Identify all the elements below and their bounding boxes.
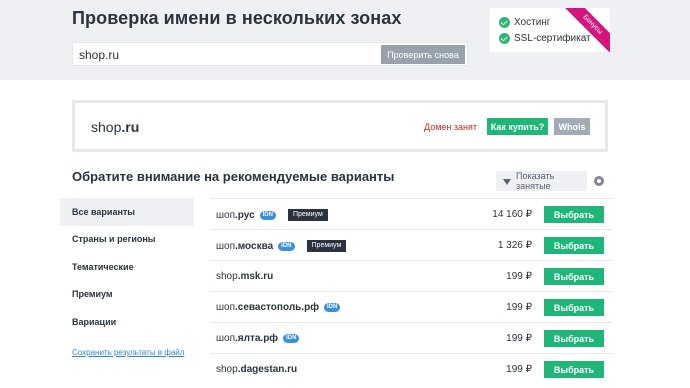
search-box: Проверить снова: [72, 42, 468, 66]
select-button[interactable]: Выбрать: [544, 237, 604, 254]
how-to-buy-button[interactable]: Как купить?: [487, 118, 548, 135]
result-domain-zone: .ru: [121, 119, 140, 135]
premium-badge: Премиум: [306, 240, 347, 252]
whois-button[interactable]: Whois: [554, 118, 590, 135]
domain-search-input[interactable]: [79, 46, 379, 64]
sidebar-item-countries[interactable]: Страны и регионы: [60, 226, 194, 254]
result-domain: shop.ru: [91, 119, 139, 135]
promo-item-label: Хостинг: [514, 17, 551, 28]
select-button[interactable]: Выбрать: [544, 268, 604, 285]
status-taken: Домен занят: [424, 122, 477, 132]
result-card: shop.ru Домен занят Как купить? Whois: [72, 100, 608, 152]
domain-cell: shop .dagestan.ru: [216, 364, 297, 375]
check-again-button[interactable]: Проверить снова: [381, 45, 465, 64]
sidebar-item-variations[interactable]: Вариации: [60, 308, 194, 336]
save-results-link[interactable]: Сохранить результаты в файл: [72, 348, 184, 357]
gear-icon[interactable]: [594, 176, 604, 186]
idn-badge: IDN: [259, 210, 276, 220]
domain-name: shop: [216, 364, 238, 375]
select-button[interactable]: Выбрать: [544, 299, 604, 316]
domain-name: shop: [216, 271, 238, 282]
domain-zone: .рус: [235, 209, 255, 221]
bonus-ribbon: Бонусы: [558, 8, 610, 52]
select-button[interactable]: Выбрать: [544, 206, 604, 223]
promo-item-label: SSL-сертификат: [514, 33, 591, 44]
check-icon: [499, 33, 510, 44]
sidebar-item-premium[interactable]: Премиум: [60, 281, 194, 309]
domain-price: 199 ₽: [506, 364, 532, 375]
filter-icon: [503, 179, 511, 185]
domain-cell: шоп .москва IDN Премиум: [216, 240, 347, 252]
domain-name: шоп: [216, 333, 235, 344]
domain-price: 199 ₽: [506, 333, 532, 344]
idn-badge: IDN: [323, 303, 341, 312]
domain-row: shop .msk.ru 199 ₽ Выбрать: [210, 260, 612, 291]
select-button[interactable]: Выбрать: [544, 361, 604, 378]
domain-zone: .ялта.рф: [235, 333, 279, 344]
domain-name: шоп: [216, 209, 235, 221]
domain-row: shop .dagestan.ru 199 ₽ Выбрать: [210, 353, 612, 384]
domain-cell: shop .msk.ru: [216, 271, 273, 282]
sidebar-item-all[interactable]: Все варианты: [60, 198, 194, 226]
idn-badge: IDN: [283, 334, 300, 343]
domain-row: шоп .севастополь.рф IDN 199 ₽ Выбрать: [210, 291, 612, 322]
promo-item-hosting: Хостинг: [499, 17, 550, 28]
promo-item-ssl: SSL-сертификат: [499, 33, 591, 44]
premium-badge: Премиум: [287, 209, 328, 221]
page-title: Проверка имени в нескольких зонах: [72, 8, 402, 28]
domain-zone: .dagestan.ru: [237, 364, 298, 375]
show-taken-filter[interactable]: Показать занятые: [496, 171, 587, 191]
domain-zone: .msk.ru: [237, 271, 274, 282]
domain-name: шоп: [216, 240, 235, 252]
domain-cell: шоп .рус IDN Премиум: [216, 209, 328, 221]
domain-list: шоп .рус IDN Премиум 14 160 ₽ Выбрать шоп .м…: [210, 198, 612, 384]
domain-price: 199 ₽: [506, 271, 532, 282]
idn-badge: IDN: [278, 241, 295, 251]
domain-name: шоп: [216, 302, 235, 313]
domain-row: шоп .рус IDN Премиум 14 160 ₽ Выбрать: [210, 198, 612, 229]
check-icon: [499, 17, 510, 28]
result-domain-name: shop: [91, 119, 122, 135]
domain-row: шоп .ялта.рф IDN 199 ₽ Выбрать: [210, 322, 612, 353]
category-sidebar: Все варианты Страны и регионы Тематическ…: [60, 198, 194, 336]
sidebar-item-thematic[interactable]: Тематические: [60, 253, 194, 281]
domain-cell: шоп .ялта.рф IDN: [216, 333, 300, 344]
domain-price: 14 160 ₽: [492, 209, 532, 220]
select-button[interactable]: Выбрать: [544, 330, 604, 347]
bonus-panel[interactable]: Хостинг SSL-сертификат Бонусы: [490, 8, 610, 52]
domain-price: 199 ₽: [506, 302, 532, 313]
show-taken-label: Показать занятые: [516, 171, 555, 191]
domain-cell: шоп .севастополь.рф IDN: [216, 302, 341, 313]
domain-zone: .севастополь.рф: [235, 302, 319, 313]
domain-price: 1 326 ₽: [497, 240, 532, 251]
section-title: Обратите внимание на рекомендуемые вариа…: [72, 169, 395, 184]
domain-zone: .москва: [235, 240, 274, 252]
domain-row: шоп .москва IDN Премиум 1 326 ₽ Выбрать: [210, 229, 612, 260]
